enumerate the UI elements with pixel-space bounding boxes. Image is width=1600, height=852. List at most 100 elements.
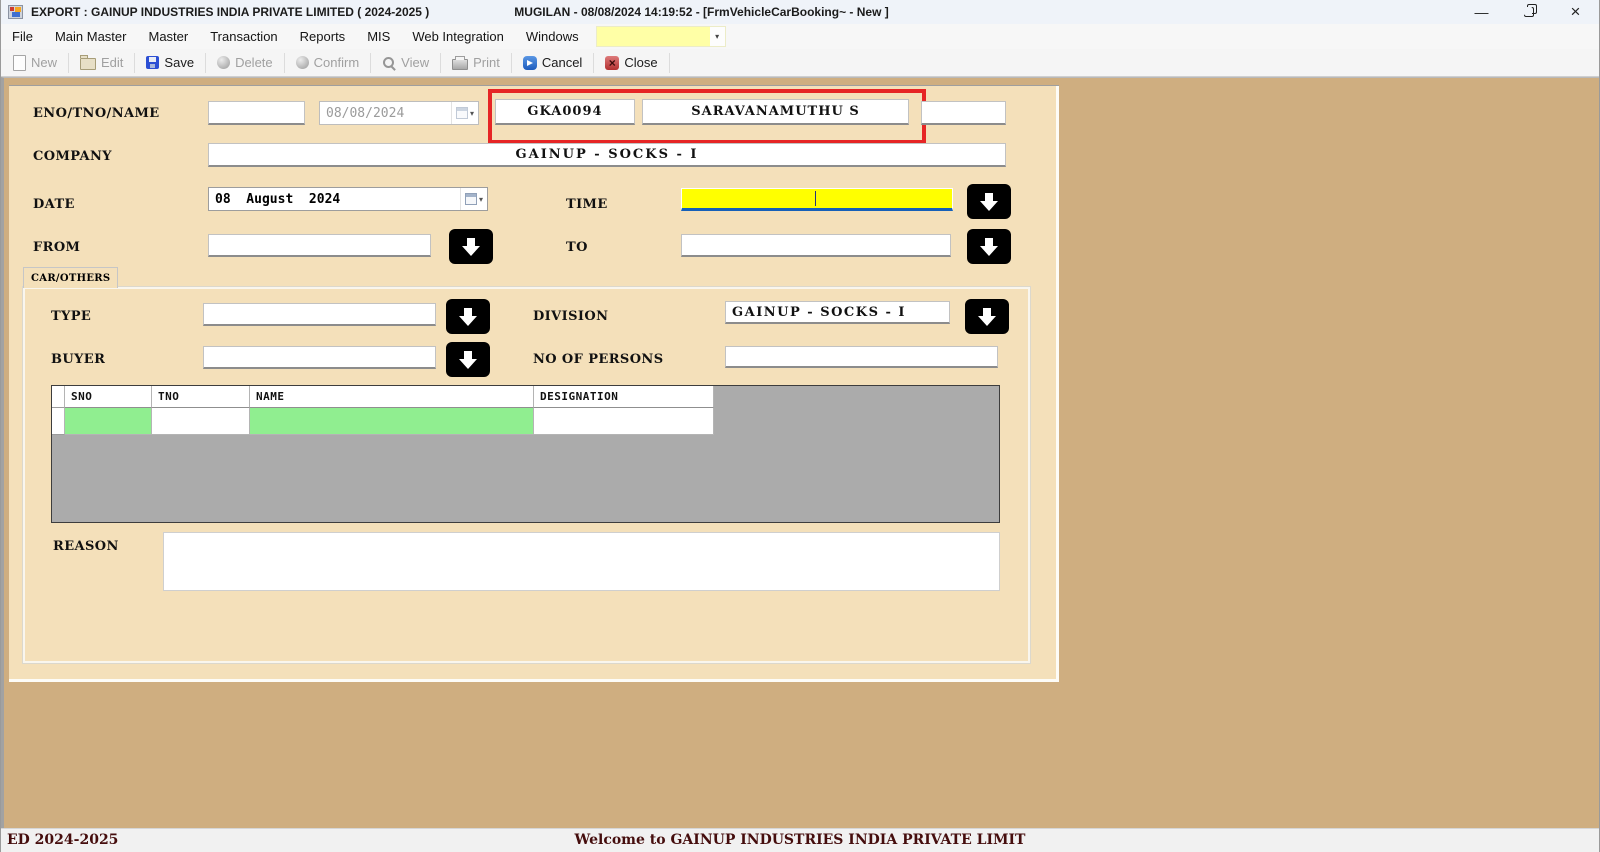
menu-reports[interactable]: Reports [289,26,357,47]
eno-input[interactable] [208,101,305,125]
buyer-dropdown-button[interactable] [446,342,490,377]
close-button[interactable]: ×Close [597,53,665,72]
tab-car-others[interactable]: CAR/OTHERS [23,267,118,288]
confirm-orb-icon [296,56,309,69]
confirm-button[interactable]: Confirm [288,53,368,72]
print-button[interactable]: Print [444,53,508,72]
calendar-icon [456,107,468,119]
travel-date-picker[interactable]: 08 August 2024 ▾ [208,187,488,211]
new-document-icon [13,55,26,71]
delete-button-label: Delete [235,55,273,70]
no-of-persons-label: NO OF PERSONS [533,352,663,367]
type-input[interactable] [203,303,436,326]
dropdown-arrow-icon: ▾ [470,109,474,118]
window-controls: — × [1458,0,1599,24]
close-window-icon: × [1571,2,1581,22]
grid-column-sno: SNO [65,386,152,408]
down-arrow-icon [977,235,1001,259]
menu-file[interactable]: File [1,26,44,47]
new-button-label: New [31,55,57,70]
to-dropdown-button[interactable] [967,229,1011,264]
employee-code-field[interactable]: GKA0094 [495,99,635,125]
menu-bar: File Main Master Master Transaction Repo… [1,24,1599,49]
toolbar-separator [669,53,670,73]
type-dropdown-button[interactable] [446,299,490,334]
mdi-client-area: ENO/TNO/NAME 08/08/2024 ▾ GKA0094 SARAVA… [1,77,1599,828]
save-button[interactable]: Save [138,53,202,72]
close-window-button[interactable]: × [1552,0,1599,24]
toolbar-separator [205,53,206,73]
confirm-button-label: Confirm [314,55,360,70]
menu-transaction[interactable]: Transaction [199,26,288,47]
division-input[interactable]: GAINUP - SOCKS - I [725,301,950,324]
status-welcome-text: Welcome to GAINUP INDUSTRIES INDIA PRIVA… [1,832,1599,848]
print-printer-icon [452,59,468,70]
print-button-label: Print [473,55,500,70]
app-form-icon [8,5,23,19]
view-button[interactable]: View [374,53,437,72]
restore-icon [1524,7,1534,17]
reason-input[interactable] [163,532,1000,591]
buyer-input[interactable] [203,346,436,369]
down-arrow-icon [456,305,480,329]
menu-main-master[interactable]: Main Master [44,26,138,47]
menu-web-integration[interactable]: Web Integration [401,26,515,47]
division-dropdown-button[interactable] [965,299,1009,334]
save-floppy-icon [146,56,159,69]
grid-data-row [52,408,999,435]
grid-cell-name[interactable] [250,408,534,435]
menu-windows[interactable]: Windows [515,26,590,47]
view-button-label: View [401,55,429,70]
window-session-title: MUGILAN - 08/08/2024 14:19:52 - [FrmVehi… [514,5,888,19]
from-dropdown-button[interactable] [449,229,493,264]
save-button-label: Save [164,55,194,70]
buyer-label: BUYER [51,352,105,367]
company-label: COMPANY [33,149,112,164]
combo-dropdown-icon[interactable]: ▾ [710,27,725,46]
new-button[interactable]: New [5,53,65,73]
eno-extra-field[interactable] [921,101,1006,125]
tab-car-others-label: CAR/OTHERS [31,273,110,284]
window-title: EXPORT : GAINUP INDUSTRIES INDIA PRIVATE… [31,5,429,19]
grid-cell-designation[interactable] [534,408,714,435]
grid-header-row: SNO TNO NAME DESIGNATION [52,386,999,408]
time-input[interactable] [681,188,953,211]
delete-button[interactable]: Delete [209,53,281,72]
grid-row-header [52,386,65,408]
car-others-tab-panel: TYPE DIVISION GAINUP - SOCKS - I BUYER N… [23,287,1030,663]
vehicle-car-booking-form: ENO/TNO/NAME 08/08/2024 ▾ GKA0094 SARAVA… [9,85,1059,682]
division-value: GAINUP - SOCKS - I [732,305,906,320]
company-field[interactable]: GAINUP - SOCKS - I [208,143,1006,167]
employee-name-field[interactable]: SARAVANAMUTHU S [642,99,909,125]
reason-label: REASON [53,539,119,554]
persons-grid[interactable]: SNO TNO NAME DESIGNATION [51,385,1000,523]
toolbar-separator [440,53,441,73]
toolbar: New Edit Save Delete Confirm View Print … [1,49,1599,77]
from-input[interactable] [208,234,431,257]
cancel-button-label: Cancel [542,55,582,70]
grid-row-header [52,408,65,435]
no-of-persons-input[interactable] [725,346,998,368]
menu-master[interactable]: Master [137,26,199,47]
down-arrow-icon [975,305,999,329]
grid-header-filler [714,386,999,408]
travel-date-value: 08 August 2024 [209,192,460,207]
grid-cell-sno[interactable] [65,408,152,435]
cancel-button[interactable]: Cancel [515,53,590,72]
to-input[interactable] [681,234,951,257]
close-button-label: Close [624,55,657,70]
window-selector-combo[interactable]: ▾ [596,26,726,47]
calendar-dropdown[interactable]: ▾ [451,102,478,124]
grid-cell-tno[interactable] [152,408,250,435]
menu-mis[interactable]: MIS [356,26,401,47]
grid-row-filler [714,408,999,435]
view-magnifier-icon [382,56,396,70]
toolbar-separator [134,53,135,73]
minimize-button[interactable]: — [1458,0,1505,24]
time-dropdown-button[interactable] [967,184,1011,219]
calendar-dropdown[interactable]: ▾ [460,188,487,210]
booking-date-picker[interactable]: 08/08/2024 ▾ [319,101,479,125]
restore-button[interactable] [1505,0,1552,24]
down-arrow-icon [459,235,483,259]
edit-button[interactable]: Edit [72,53,131,72]
